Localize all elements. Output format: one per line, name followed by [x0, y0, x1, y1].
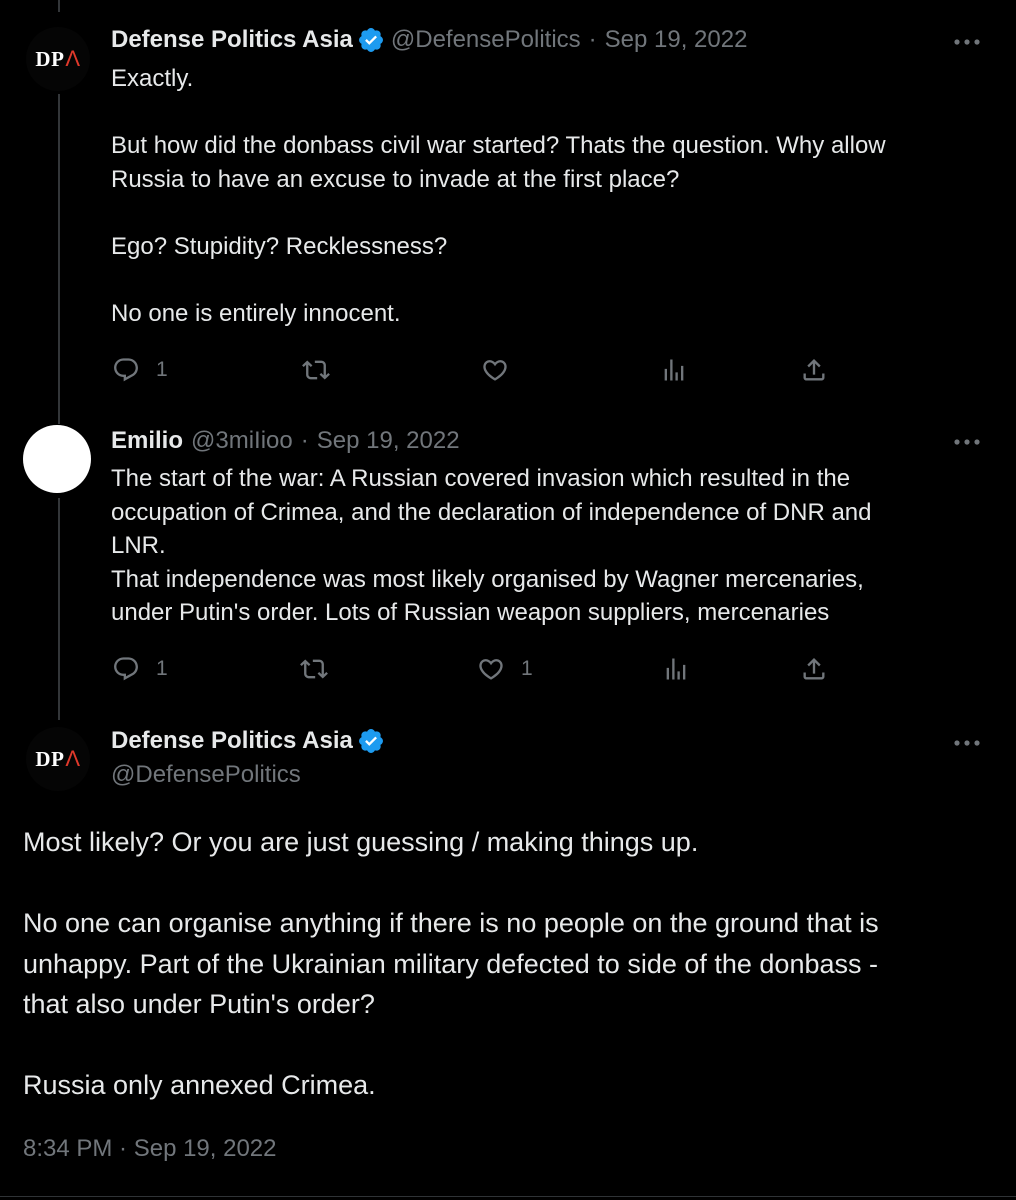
views-icon: [664, 359, 684, 381]
author-name[interactable]: Defense Politics Asia: [111, 25, 353, 55]
avatar[interactable]: [23, 425, 91, 493]
reply-count: 1: [156, 657, 168, 680]
like-button[interactable]: [481, 356, 525, 384]
tweet-header: Defense Politics Asia @DefensePolitics ·…: [111, 25, 747, 55]
tweet-date[interactable]: Sep 19, 2022: [317, 426, 460, 456]
more-icon[interactable]: [952, 738, 982, 748]
author-name[interactable]: Defense Politics Asia: [111, 726, 353, 756]
verified-icon: [358, 28, 383, 52]
like-icon: [479, 659, 503, 680]
tweet-timestamp[interactable]: 8:34 PM · Sep 19, 2022: [23, 1135, 277, 1163]
retweet-icon: [302, 360, 330, 380]
reply-button[interactable]: 1: [112, 356, 168, 384]
like-icon: [483, 360, 507, 381]
author-name[interactable]: Emilio: [111, 426, 183, 456]
verified-icon: [358, 729, 383, 753]
tweet-date[interactable]: Sep 19, 2022: [605, 25, 748, 55]
author-handle[interactable]: @3miIioo: [191, 426, 293, 456]
dpa-logo: DPΛ: [35, 46, 81, 71]
reply-icon: [114, 358, 138, 382]
reply-icon: [114, 657, 138, 681]
avatar[interactable]: DPΛ: [26, 727, 90, 791]
tweet-header: Defense Politics Asia: [111, 726, 391, 756]
share-button[interactable]: [800, 655, 828, 683]
share-icon: [803, 658, 825, 680]
more-icon[interactable]: [952, 37, 982, 47]
retweet-button[interactable]: [302, 356, 346, 384]
views-button[interactable]: [660, 356, 704, 384]
tweet-text: The start of the war: A Russian covered …: [111, 465, 872, 626]
main-tweet-text: Most likely? Or you are just guessing / …: [23, 827, 879, 1100]
separator: ·: [300, 427, 309, 454]
thread-line-2: [58, 498, 60, 720]
tweet-header: Emilio @3miIioo · Sep 19, 2022: [111, 426, 460, 456]
dpa-logo: DPΛ: [35, 746, 81, 771]
divider: [0, 1196, 1016, 1197]
like-button[interactable]: 1: [477, 655, 533, 683]
separator: ·: [588, 26, 597, 53]
avatar[interactable]: DPΛ: [26, 27, 90, 91]
thread-line-top: [58, 0, 60, 12]
tweet-text: Exactly. But how did the donbass civil w…: [111, 65, 886, 327]
views-icon: [666, 658, 686, 680]
author-handle[interactable]: @DefensePolitics: [391, 25, 581, 55]
share-icon: [803, 359, 825, 381]
reply-count: 1: [156, 358, 168, 381]
reply-button[interactable]: 1: [112, 655, 168, 683]
thread-line-1: [58, 94, 60, 424]
more-icon[interactable]: [952, 437, 982, 447]
like-count: 1: [521, 657, 533, 680]
author-handle[interactable]: @DefensePolitics: [111, 760, 301, 790]
views-button[interactable]: [662, 655, 706, 683]
author-handle-row: @DefensePolitics: [111, 760, 301, 790]
retweet-button[interactable]: [300, 655, 344, 683]
retweet-icon: [300, 659, 328, 679]
share-button[interactable]: [800, 356, 828, 384]
